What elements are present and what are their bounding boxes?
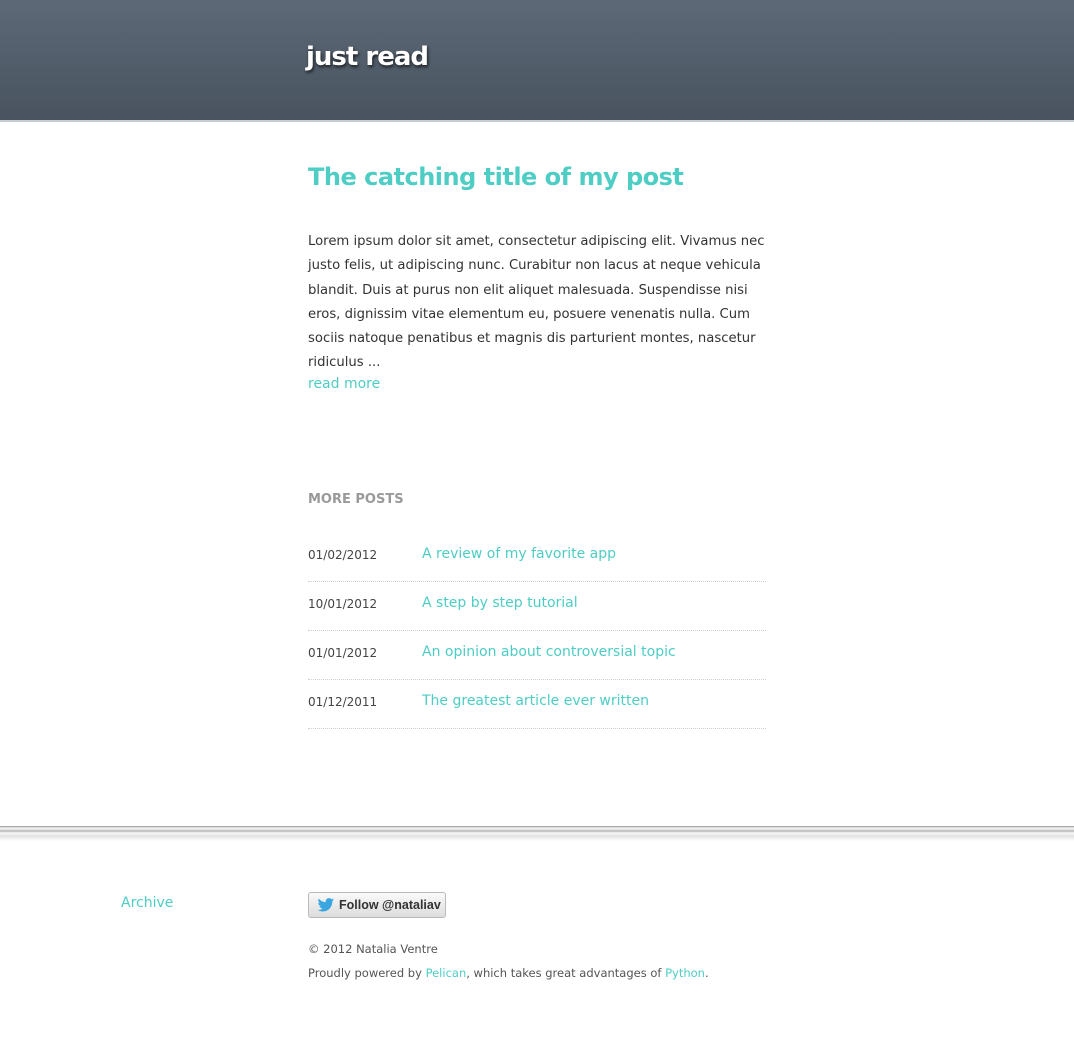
powered-middle: , which takes great advantages of [466,966,666,980]
twitter-bird-icon [317,898,335,912]
site-header: just read [0,0,1074,122]
post-date: 10/01/2012 [308,597,378,611]
read-more-link[interactable]: read more [308,376,380,392]
list-item: 01/02/2012 A review of my favorite app [308,533,766,582]
post-date: 01/01/2012 [308,646,378,660]
more-posts-heading: MORE POSTS [308,492,404,507]
list-item: 01/01/2012 An opinion about controversia… [308,631,766,680]
post-link[interactable]: A review of my favorite app [422,546,616,562]
more-posts-list: 01/02/2012 A review of my favorite app 1… [308,533,766,729]
powered-prefix: Proudly powered by [308,966,426,980]
list-item: 10/01/2012 A step by step tutorial [308,582,766,631]
archive-link[interactable]: Archive [121,895,173,911]
powered-by-text: Proudly powered by Pelican, which takes … [308,966,709,980]
list-item: 01/12/2011 The greatest article ever wri… [308,680,766,729]
post-title[interactable]: The catching title of my post [308,163,684,191]
post-date: 01/12/2011 [308,695,378,709]
post-date: 01/02/2012 [308,548,378,562]
pelican-link[interactable]: Pelican [426,966,467,980]
post-summary: Lorem ipsum dolor sit amet, consectetur … [308,234,765,371]
post-link[interactable]: An opinion about controversial topic [422,644,676,660]
site-title-link[interactable]: just read [306,42,429,72]
post-link[interactable]: The greatest article ever written [422,693,649,709]
twitter-follow-button[interactable]: Follow @nataliav [308,892,446,918]
footer-divider [0,826,1074,841]
follow-button-label: Follow @nataliav [339,898,441,912]
copyright-text: © 2012 Natalia Ventre [308,942,438,956]
python-link[interactable]: Python [665,966,705,980]
powered-suffix: . [704,966,709,980]
post-link[interactable]: A step by step tutorial [422,595,578,611]
